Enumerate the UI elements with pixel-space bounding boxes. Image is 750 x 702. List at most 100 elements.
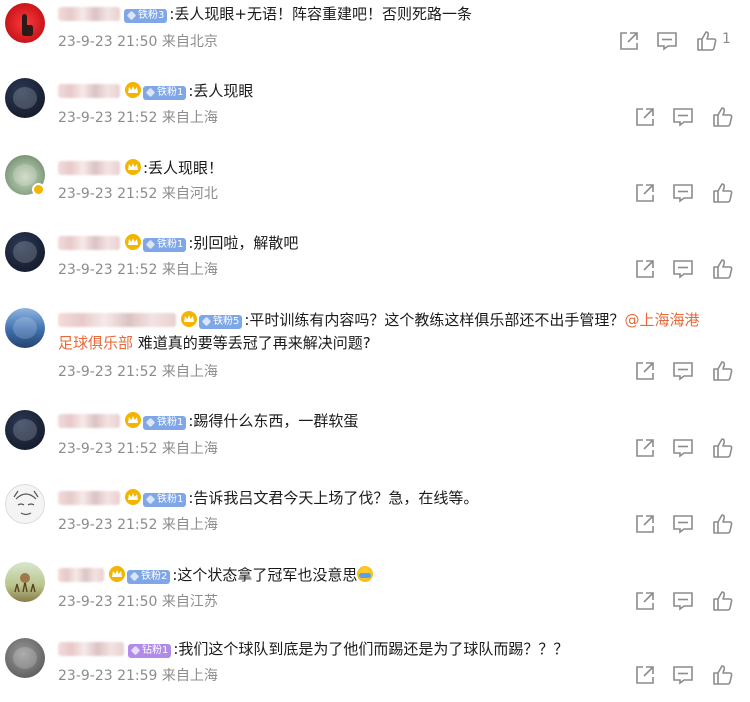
crown-icon: [125, 412, 141, 428]
username-blurred[interactable]: [58, 414, 120, 428]
reply-button[interactable]: [672, 360, 694, 382]
mention-link[interactable]: @上海海港: [624, 311, 699, 329]
avatar[interactable]: [5, 638, 45, 678]
reply-button[interactable]: [672, 437, 694, 459]
reply-button[interactable]: [672, 258, 694, 280]
share-button[interactable]: [618, 30, 640, 52]
like-button[interactable]: [712, 664, 734, 686]
share-icon: [636, 184, 654, 202]
reply-button[interactable]: [672, 182, 694, 204]
comment-item: 铁粉3:丢人现眼+无语！阵容重建吧！否则死路一条 23-9-23 21:50 来…: [0, 0, 750, 72]
verified-icon: [32, 183, 45, 196]
username-blurred[interactable]: [58, 161, 120, 175]
comment-text: :别回啦，解散吧: [188, 234, 299, 252]
comment-item: 铁粉1:告诉我吕文君今天上场了伐？急，在线等。 23-9-23 21:52 来自…: [0, 484, 750, 560]
username-blurred[interactable]: [58, 313, 176, 327]
share-button[interactable]: [634, 106, 656, 128]
comment-meta: 23-9-23 21:50 来自江苏: [58, 594, 218, 610]
comment-text: :我们这个球队到底是为了他们而踢还是为了球队而踢？？？: [173, 640, 569, 658]
username-blurred[interactable]: [58, 7, 120, 21]
avatar[interactable]: [5, 78, 45, 118]
comment-icon: [673, 362, 693, 381]
like-button[interactable]: [712, 106, 734, 128]
crown-icon: [125, 159, 141, 175]
comment-text: :丢人现眼: [188, 82, 254, 100]
fan-badge-label: 铁粉1: [157, 87, 184, 98]
avatar[interactable]: [5, 3, 45, 43]
avatar[interactable]: [5, 410, 45, 450]
username-blurred[interactable]: [58, 568, 104, 582]
fan-badge: 铁粉1: [143, 238, 187, 252]
comment-icon: [673, 184, 693, 203]
mention-link-cont[interactable]: 足球俱乐部: [58, 334, 133, 352]
username-blurred[interactable]: [58, 84, 120, 98]
comment-actions: [634, 258, 750, 280]
sketch-face-icon: [13, 490, 39, 516]
thumbs-up-icon: [713, 107, 733, 127]
thumbs-up-icon: [713, 259, 733, 279]
comment-actions: [634, 590, 750, 612]
thumbs-up-icon: [713, 438, 733, 458]
like-button[interactable]: [712, 513, 734, 535]
thumbs-up-icon: [697, 31, 717, 51]
reply-button[interactable]: [672, 664, 694, 686]
like-button[interactable]: [712, 360, 734, 382]
avatar[interactable]: [5, 232, 45, 272]
comment-icon: [657, 32, 677, 51]
share-icon: [636, 362, 654, 380]
fan-badge: 钻粉1: [128, 644, 172, 658]
shrug-emoji-icon: [357, 566, 374, 582]
share-button[interactable]: [634, 437, 656, 459]
comment-icon: [673, 108, 693, 127]
crown-icon: [181, 311, 197, 327]
fan-badge: 铁粉3: [124, 9, 168, 23]
reply-button[interactable]: [672, 513, 694, 535]
share-button[interactable]: [634, 360, 656, 382]
comment-item: 钻粉1:我们这个球队到底是为了他们而踢还是为了球队而踢？？？ 23-9-23 2…: [0, 638, 750, 702]
share-button[interactable]: [634, 182, 656, 204]
fan-badge: 铁粉2: [127, 570, 171, 584]
avatar[interactable]: [5, 484, 45, 524]
comment-item: 铁粉2:这个状态拿了冠军也没意思 23-9-23 21:50 来自江苏: [0, 562, 750, 636]
username-blurred[interactable]: [58, 491, 120, 505]
fan-badge: 铁粉1: [143, 493, 187, 507]
like-button[interactable]: [712, 182, 734, 204]
comment-meta: 23-9-23 21:50 来自北京: [58, 34, 218, 50]
like-button[interactable]: [696, 30, 718, 52]
comment-meta: 23-9-23 21:52 来自上海: [58, 364, 218, 380]
comment-item: 铁粉1:别回啦，解散吧 23-9-23 21:52 来自上海: [0, 228, 750, 304]
reply-button[interactable]: [672, 106, 694, 128]
crown-icon: [109, 566, 125, 582]
fan-badge: 铁粉1: [143, 86, 187, 100]
comment-line-2: 足球俱乐部 难道真的要等丢冠了再来解决问题?: [58, 332, 371, 354]
like-button[interactable]: [712, 258, 734, 280]
share-icon: [620, 32, 638, 50]
thumbs-up-icon: [713, 514, 733, 534]
share-button[interactable]: [634, 513, 656, 535]
share-button[interactable]: [634, 258, 656, 280]
like-button[interactable]: [712, 437, 734, 459]
avatar[interactable]: [5, 562, 45, 602]
fan-badge-label: 钻粉1: [142, 645, 169, 656]
avatar[interactable]: [5, 308, 45, 348]
comment-item: 铁粉1:踢得什么东西，一群软蛋 23-9-23 21:52 来自上海: [0, 408, 750, 482]
username-blurred[interactable]: [58, 236, 120, 250]
reply-button[interactable]: [656, 30, 678, 52]
username-blurred[interactable]: [58, 642, 124, 656]
thumbs-up-icon: [713, 665, 733, 685]
fan-badge: 铁粉1: [143, 416, 187, 430]
fan-badge-label: 铁粉1: [157, 239, 184, 250]
comment-meta: 23-9-23 21:52 来自上海: [58, 110, 218, 126]
comment-meta: 23-9-23 21:52 来自上海: [58, 441, 218, 457]
fan-badge-label: 铁粉5: [213, 316, 240, 327]
reply-button[interactable]: [672, 590, 694, 612]
like-button[interactable]: [712, 590, 734, 612]
comment-actions: [634, 513, 750, 535]
comment-line: 钻粉1 :我们这个球队到底是为了他们而踢还是为了球队而踢？？？: [58, 638, 568, 660]
comment-actions: [634, 664, 750, 686]
comment-line: 铁粉1:踢得什么东西，一群软蛋: [58, 410, 358, 432]
share-button[interactable]: [634, 590, 656, 612]
share-icon: [636, 666, 654, 684]
fan-badge-label: 铁粉1: [157, 417, 184, 428]
share-button[interactable]: [634, 664, 656, 686]
